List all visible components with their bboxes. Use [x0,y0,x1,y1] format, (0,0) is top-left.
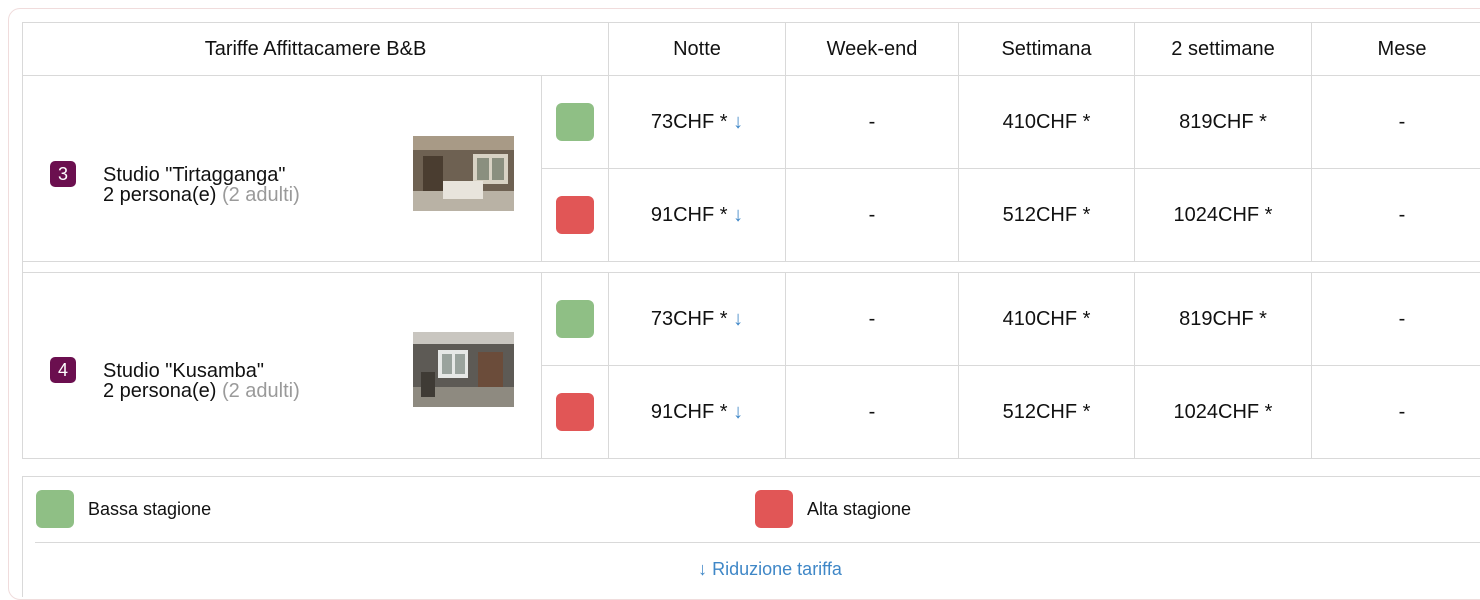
rate-weekend: - [786,366,959,459]
rate-settimana: 410CHF * [959,273,1135,366]
rate-notte: 91CHF * ↓ [609,366,786,459]
header-weekend: Week-end [786,23,959,76]
rate-mese: - [1312,273,1480,366]
rate-settimana: 410CHF * [959,76,1135,169]
rate-mese: - [1312,169,1480,262]
rate-settimana: 512CHF * [959,366,1135,459]
rate-reduction-icon[interactable]: ↓ [733,204,743,226]
legend-divider [35,542,1480,543]
rate-reduction-icon[interactable]: ↓ [733,308,743,330]
season-cell [542,366,609,459]
header-settimana: Settimana [959,23,1135,76]
rate-2-settimane: 819CHF * [1135,273,1312,366]
rate-settimana: 512CHF * [959,169,1135,262]
high-season-swatch [556,393,594,431]
season-cell [542,76,609,169]
room-info-kusamba: 4 Studio "Kusamba" 2 persona(e) (2 adult… [23,273,542,459]
room-name[interactable]: Studio "Kusamba" [103,361,264,381]
rate-mese: - [1312,76,1480,169]
rate-weekend: - [786,273,959,366]
rate-notte: 91CHF * ↓ [609,169,786,262]
rate-2-settimane: 819CHF * [1135,76,1312,169]
table-header-row: Tariffe Affittacamere B&B Notte Week-end… [23,23,1480,76]
high-season-swatch [556,196,594,234]
room-name[interactable]: Studio "Tirtagganga" [103,165,285,185]
rate-reduction-icon[interactable]: ↓ [733,111,743,133]
rate-2-settimane: 1024CHF * [1135,169,1312,262]
header-notte: Notte [609,23,786,76]
rate-notte: 73CHF * ↓ [609,273,786,366]
table-row: 4 Studio "Kusamba" 2 persona(e) (2 adult… [23,273,1480,366]
rate-reduction-note: ↓ Riduzione tariffa [23,559,1480,580]
season-cell [542,169,609,262]
room-photo[interactable] [413,332,514,407]
legend-low-season: Bassa stagione [36,490,211,528]
high-season-swatch [755,490,793,528]
header-mese: Mese [1312,23,1480,76]
room-number-badge: 4 [50,357,76,383]
legend-high-season: Alta stagione [755,490,911,528]
room-number-badge: 3 [50,161,76,187]
room-info-tirtagganga: 3 Studio "Tirtagganga" 2 persona(e) (2 a… [23,76,542,262]
rate-reduction-icon[interactable]: ↓ [733,401,743,423]
low-season-swatch [556,300,594,338]
rate-notte: 73CHF * ↓ [609,76,786,169]
rate-2-settimane: 1024CHF * [1135,366,1312,459]
row-separator [23,262,1480,273]
rate-weekend: - [786,76,959,169]
legend-low-label: Bassa stagione [88,499,211,520]
table-row: 3 Studio "Tirtagganga" 2 persona(e) (2 a… [23,76,1480,169]
room-photo[interactable] [413,136,514,211]
header-title: Tariffe Affittacamere B&B [23,23,609,76]
room-occupancy: 2 persona(e) (2 adulti) [103,185,300,205]
room-occupancy: 2 persona(e) (2 adulti) [103,381,300,401]
low-season-swatch [556,103,594,141]
low-season-swatch [36,490,74,528]
header-2-settimane: 2 settimane [1135,23,1312,76]
season-cell [542,273,609,366]
rate-mese: - [1312,366,1480,459]
legend-high-label: Alta stagione [807,499,911,520]
season-legend: Bassa stagione Alta stagione ↓ Riduzione… [22,476,1480,597]
rates-table: Tariffe Affittacamere B&B Notte Week-end… [22,22,1480,459]
rate-weekend: - [786,169,959,262]
